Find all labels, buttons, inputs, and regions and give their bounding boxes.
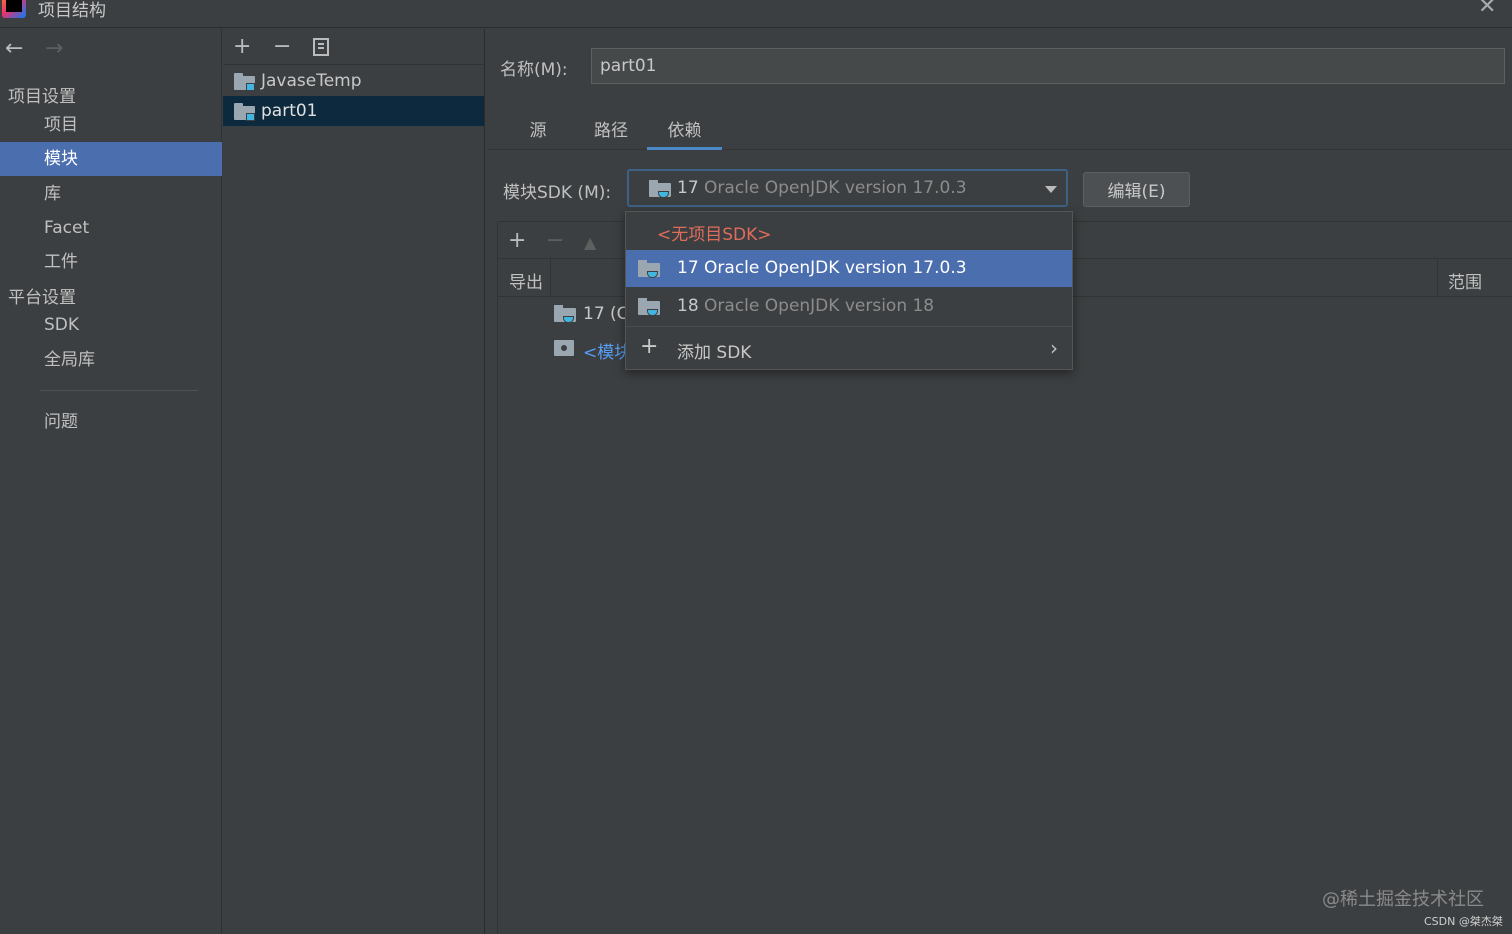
settings-sidebar: ← → 项目设置 项目 模块 库 Facet 工件 平台设置 SDK 全局库 问…: [0, 29, 222, 934]
project-settings-header: 项目设置: [8, 87, 76, 107]
copy-module-icon[interactable]: [313, 38, 329, 56]
plus-icon: +: [640, 334, 659, 359]
sdk-option-label: 17 Oracle OpenJDK version 17.0.3: [677, 258, 967, 278]
add-sdk-menu-item[interactable]: + 添加 SDK ›: [626, 330, 1072, 367]
move-up-icon[interactable]: ▲: [584, 229, 596, 257]
csdn-watermark: CSDN @桀杰桀: [1424, 915, 1503, 928]
jdk-folder-icon: [638, 260, 660, 278]
back-arrow-icon[interactable]: ←: [5, 37, 23, 61]
module-folder-icon: [234, 103, 255, 121]
sidebar-item-facets[interactable]: Facet: [0, 211, 222, 245]
sidebar-item-libraries[interactable]: 库: [0, 177, 222, 211]
sidebar-item-artifacts[interactable]: 工件: [0, 245, 222, 279]
window-title: 项目结构: [38, 1, 106, 21]
module-tabs: 源 路径 依赖: [487, 108, 1512, 150]
sdk-option-18[interactable]: 18 Oracle OpenJDK version 18: [626, 288, 1072, 325]
export-column-header[interactable]: 导出: [509, 268, 543, 293]
module-name: JavaseTemp: [261, 71, 362, 91]
jdk-folder-icon: [554, 305, 576, 323]
remove-dependency-icon[interactable]: −: [546, 227, 564, 255]
chevron-down-icon: [1045, 186, 1057, 193]
module-folder-icon: [234, 73, 255, 91]
title-bar: 项目结构 ✕: [0, 0, 1512, 28]
dependency-label: <模块: [583, 343, 632, 363]
forward-arrow-icon[interactable]: →: [45, 37, 63, 61]
edit-sdk-button[interactable]: 编辑(E): [1083, 172, 1190, 207]
modules-panel: + − JavaseTemp part01: [223, 29, 485, 934]
module-name: part01: [261, 101, 318, 121]
scope-column-header[interactable]: 范围: [1448, 268, 1482, 293]
tab-dependencies[interactable]: 依赖: [647, 116, 722, 150]
module-sdk-label: 模块SDK (M):: [503, 183, 612, 203]
add-module-icon[interactable]: +: [233, 33, 251, 61]
sdk-option-none[interactable]: <无项目SDK>: [626, 212, 1072, 249]
module-name-input[interactable]: [591, 48, 1505, 84]
sidebar-item-sdks[interactable]: SDK: [0, 308, 222, 342]
sidebar-divider: [40, 390, 198, 391]
remove-module-icon[interactable]: −: [273, 33, 291, 61]
sdk-option-label: <无项目SDK>: [657, 225, 772, 245]
juejin-watermark: @稀土掘金技术社区: [1322, 889, 1484, 910]
tab-paths[interactable]: 路径: [583, 116, 639, 150]
popup-separator: [626, 326, 1072, 327]
sdk-option-label: 18 Oracle OpenJDK version 18: [677, 296, 935, 316]
module-source-icon: [554, 340, 574, 356]
platform-settings-header: 平台设置: [8, 288, 76, 308]
modules-toolbar: + −: [223, 29, 485, 65]
intellij-logo-icon: [2, 0, 26, 18]
sidebar-item-modules[interactable]: 模块: [0, 142, 222, 176]
jdk-folder-icon: [638, 298, 660, 316]
close-icon[interactable]: ✕: [1478, 0, 1496, 19]
name-label: 名称(M):: [500, 60, 568, 80]
add-dependency-icon[interactable]: +: [508, 227, 526, 255]
column-separator: [1437, 259, 1438, 297]
sidebar-item-global-libraries[interactable]: 全局库: [0, 343, 222, 377]
sdk-dropdown-popup: <无项目SDK> 17 Oracle OpenJDK version 17.0.…: [625, 211, 1073, 370]
add-sdk-label: 添加 SDK: [677, 343, 752, 363]
module-item-part01[interactable]: part01: [223, 96, 484, 126]
chevron-right-icon: ›: [1050, 336, 1058, 360]
module-sdk-dropdown[interactable]: 17 Oracle OpenJDK version 17.0.3: [627, 169, 1068, 207]
sidebar-item-problems[interactable]: 问题: [0, 405, 222, 439]
sidebar-item-project[interactable]: 项目: [0, 108, 222, 142]
module-item-javasetemp[interactable]: JavaseTemp: [223, 66, 484, 96]
jdk-folder-icon: [649, 180, 671, 198]
column-separator: [550, 259, 551, 297]
dependency-label: 17 (C: [583, 304, 629, 324]
tab-sources[interactable]: 源: [517, 116, 559, 150]
sdk-selected-value: 17 Oracle OpenJDK version 17.0.3: [677, 178, 967, 198]
sdk-option-17[interactable]: 17 Oracle OpenJDK version 17.0.3: [626, 250, 1072, 287]
